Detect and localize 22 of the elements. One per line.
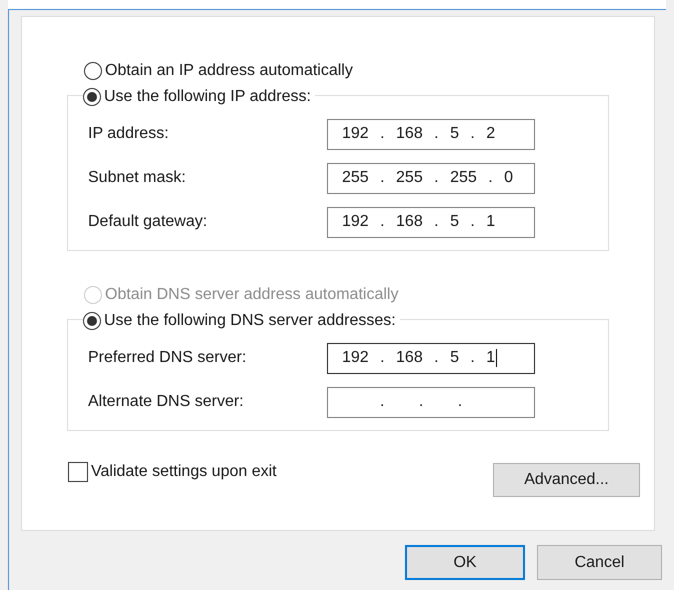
radio-button[interactable] xyxy=(83,312,101,330)
radio-label: Use the following DNS server addresses: xyxy=(104,311,396,331)
checkbox[interactable] xyxy=(68,462,88,482)
radio-button[interactable] xyxy=(83,88,101,106)
radio-label: Obtain an IP address automatically xyxy=(105,61,353,81)
ip-address-field[interactable]: 192 . 168 . 5 . 1 xyxy=(327,206,535,238)
ip-address-field[interactable]: 192 . 168 . 5 . 1 xyxy=(327,342,535,374)
radio-label: Obtain DNS server address automatically xyxy=(105,285,398,305)
checkbox-label: Validate settings upon exit xyxy=(91,462,277,482)
field-label: Preferred DNS server: xyxy=(88,348,246,368)
ip-address-field[interactable]: . . . xyxy=(327,386,535,418)
dialog-button[interactable]: OK xyxy=(405,545,525,580)
ip-address-field[interactable]: 192 . 168 . 5 . 2 xyxy=(327,118,535,150)
field-label: Subnet mask: xyxy=(88,168,186,188)
field-label: Default gateway: xyxy=(88,212,208,232)
advanced-button[interactable]: Advanced... xyxy=(493,463,640,497)
radio-button[interactable] xyxy=(84,62,102,80)
dialog-button[interactable]: Cancel xyxy=(537,545,662,580)
field-label: IP address: xyxy=(88,124,169,144)
ip-address-field[interactable]: 255 . 255 . 255 . 0 xyxy=(327,162,535,194)
field-label: Alternate DNS server: xyxy=(88,392,244,412)
radio-label: Use the following IP address: xyxy=(104,87,311,107)
